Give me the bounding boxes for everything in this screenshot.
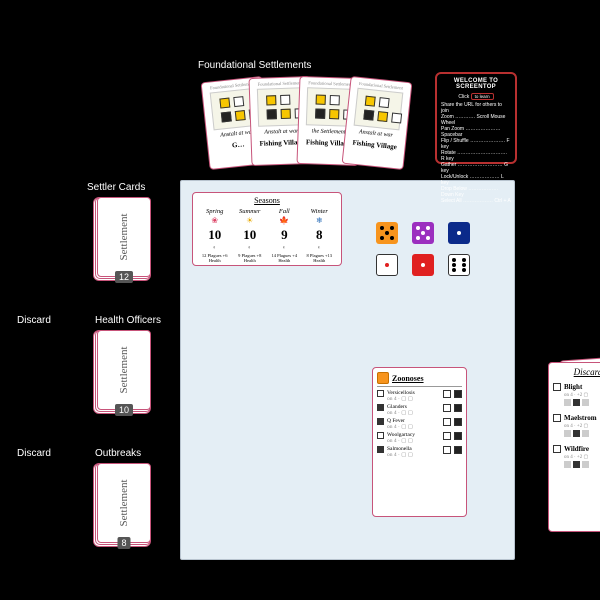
rules-click-text: Click	[458, 94, 469, 100]
partial-row: Maelstromon 4 · +2 ▢	[553, 414, 600, 439]
partial-card-front[interactable]: Discard Blighton 4 · +2 ▢ Maelstromon 4 ·…	[548, 362, 600, 532]
die[interactable]	[448, 222, 470, 244]
season-footer: 12 Plagues +6 Health	[197, 252, 232, 265]
checkbox-icon[interactable]	[377, 432, 384, 439]
zoonoses-icon	[377, 372, 389, 384]
season-dot: ◐	[197, 244, 232, 252]
zoonoses-name: Q Feveron 4 · ▢ ▢	[387, 418, 440, 430]
label-outbreaks: Outbreaks	[95, 448, 141, 459]
die[interactable]	[376, 222, 398, 244]
seasons-table: SpringSummerFallWinter ❀☀🍁❄ 101098 ◐◐◐◐ …	[197, 207, 337, 265]
label-health-officers: Health Officers	[95, 315, 161, 326]
rules-line: Select All ……………… Ctrl + A	[441, 199, 511, 205]
partial-title: Discard	[553, 367, 600, 377]
zoonoses-name: Versicellosison 4 · ▢ ▢	[387, 390, 440, 402]
outbreaks-deck-count: 8	[117, 537, 130, 549]
token-icon	[443, 418, 451, 426]
foundational-card[interactable]: Foundational SettlementAnstalt at warFis…	[342, 76, 413, 170]
season-icon: 🍁	[267, 216, 302, 226]
zoonoses-row: Glanderson 4 · ▢ ▢	[377, 404, 462, 416]
zoonoses-name: Salmonellaon 4 · ▢ ▢	[387, 446, 440, 458]
rules-line: Zoom ………… Scroll Mouse Wheel	[441, 115, 511, 126]
token-icon	[443, 390, 451, 398]
zoonoses-title: Zoonoses	[392, 374, 424, 383]
season-footer: 9 Plagues +8 Health	[232, 252, 267, 265]
rules-line: Pan Zoom ………………… Spacebar	[441, 127, 511, 138]
token-icon	[454, 404, 462, 412]
zoonoses-row: Salmonellaon 4 · ▢ ▢	[377, 446, 462, 458]
season-name: Spring	[197, 207, 232, 216]
deck-back-label: Settlement	[118, 479, 130, 526]
season-value: 8	[302, 226, 337, 244]
label-foundational: Foundational Settlements	[198, 60, 311, 71]
seasons-card[interactable]: Seasons SpringSummerFallWinter ❀☀🍁❄ 1010…	[192, 192, 342, 266]
zoonoses-row: Q Feveron 4 · ▢ ▢	[377, 418, 462, 430]
die[interactable]	[412, 222, 434, 244]
season-icon: ☀	[232, 216, 267, 226]
checkbox-icon[interactable]	[377, 446, 384, 453]
zoonoses-row: Versicellosison 4 · ▢ ▢	[377, 390, 462, 402]
die[interactable]	[376, 254, 398, 276]
rules-line: Gather ……………………… G key	[441, 163, 511, 174]
season-footer: 8 Plagues +13 Health	[302, 252, 337, 265]
rules-card[interactable]: WELCOME TO SCREENTOP Click to learn Shar…	[435, 72, 517, 164]
label-settler-cards: Settler Cards	[87, 182, 145, 193]
season-value: 10	[197, 226, 232, 244]
token-icon	[454, 446, 462, 454]
seasons-title: Seasons	[197, 196, 337, 205]
season-name: Winter	[302, 207, 337, 216]
season-value: 9	[267, 226, 302, 244]
zoonoses-row: Woolgartacyon 4 · ▢ ▢	[377, 432, 462, 444]
zoonoses-name: Glanderson 4 · ▢ ▢	[387, 404, 440, 416]
partial-row: Wildfireon 4 · +2 ▢	[553, 445, 600, 470]
checkbox-icon[interactable]	[377, 418, 384, 425]
token-icon	[454, 432, 462, 440]
season-icon: ❄	[302, 216, 337, 226]
token-icon	[443, 432, 451, 440]
health-deck[interactable]: Settlement 10	[97, 330, 151, 410]
die[interactable]	[412, 254, 434, 276]
rules-learn-button[interactable]: to learn	[471, 93, 494, 100]
rules-line: Lock/Unlock ……………… L key	[441, 175, 511, 186]
checkbox-icon[interactable]	[377, 404, 384, 411]
season-dot: ◐	[302, 244, 337, 252]
season-dot: ◐	[267, 244, 302, 252]
zoonoses-name: Woolgartacyon 4 · ▢ ▢	[387, 432, 440, 444]
season-footer: 14 Plagues +4 Health	[267, 252, 302, 265]
rules-button-row: Click to learn	[441, 93, 511, 100]
settler-deck-count: 12	[115, 271, 133, 283]
deck-back-label: Settlement	[118, 346, 130, 393]
label-discard-1: Discard	[17, 315, 51, 326]
token-icon	[454, 418, 462, 426]
health-deck-count: 10	[115, 404, 133, 416]
season-name: Fall	[267, 207, 302, 216]
token-icon	[443, 404, 451, 412]
partial-row: Blighton 4 · +2 ▢	[553, 383, 600, 408]
season-value: 10	[232, 226, 267, 244]
token-icon	[454, 390, 462, 398]
outbreaks-deck[interactable]: Settlement 8	[97, 463, 151, 543]
zoonoses-card[interactable]: Zoonoses Versicellosison 4 · ▢ ▢ Glanders…	[372, 367, 467, 517]
settler-deck[interactable]: Settlement 12	[97, 197, 151, 277]
season-icon: ❀	[197, 216, 232, 226]
season-name: Summer	[232, 207, 267, 216]
token-icon	[443, 446, 451, 454]
label-discard-2: Discard	[17, 448, 51, 459]
die[interactable]	[448, 254, 470, 276]
rules-line: Flip / Shuffle ………………… F key	[441, 139, 511, 150]
rules-heading: WELCOME TO SCREENTOP	[441, 78, 511, 90]
deck-back-label: Settlement	[118, 213, 130, 260]
rules-line: Share the URL for others to join	[441, 103, 511, 114]
rules-line: Drop Below ……………… Down Key	[441, 187, 511, 198]
checkbox-icon[interactable]	[377, 390, 384, 397]
rules-line: Rotate ………………………… R key	[441, 151, 511, 162]
season-dot: ◐	[232, 244, 267, 252]
